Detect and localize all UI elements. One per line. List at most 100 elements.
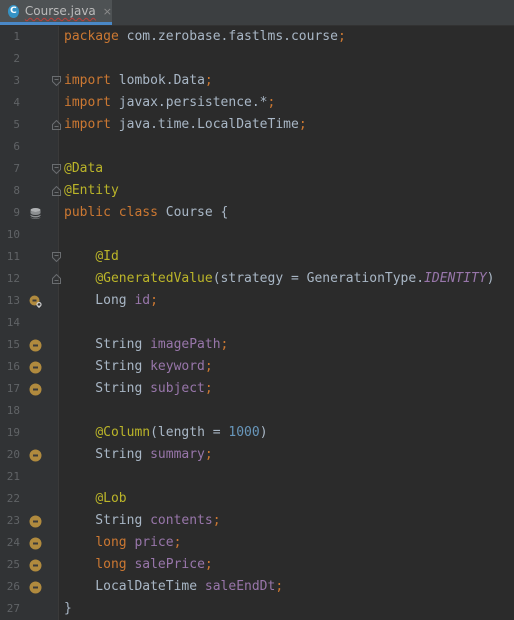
line-number[interactable]: 8 — [0, 180, 20, 202]
code-line[interactable]: 3 import lombok.Data; — [0, 70, 514, 92]
code-line[interactable]: 11 @Id — [0, 246, 514, 268]
code-line[interactable]: 8 @Entity — [0, 180, 514, 202]
code-line[interactable]: 10 — [0, 224, 514, 246]
column-icon[interactable] — [29, 515, 42, 528]
code-text[interactable]: String keyword; — [64, 356, 212, 378]
code-token: String — [64, 447, 151, 462]
code-line[interactable]: 25 long salePrice; — [0, 554, 514, 576]
column-icon[interactable] — [29, 449, 42, 462]
line-number[interactable]: 2 — [0, 48, 20, 70]
line-number[interactable]: 27 — [0, 598, 20, 620]
close-icon[interactable]: × — [103, 5, 112, 18]
column-icon[interactable] — [29, 581, 42, 594]
code-line[interactable]: 4 import javax.persistence.*; — [0, 92, 514, 114]
line-number[interactable]: 26 — [0, 576, 20, 598]
fold-start-icon[interactable] — [52, 164, 61, 174]
code-text[interactable]: Long id; — [64, 290, 158, 312]
line-number[interactable]: 1 — [0, 26, 20, 48]
code-editor[interactable]: 1 package com.zerobase.fastlms.course; 2 3 i… — [0, 26, 514, 620]
code-line[interactable]: 18 — [0, 400, 514, 422]
line-number[interactable]: 25 — [0, 554, 20, 576]
line-number[interactable]: 5 — [0, 114, 20, 136]
code-line[interactable]: 6 — [0, 136, 514, 158]
code-token: subject — [150, 381, 205, 396]
code-line[interactable]: 12 @GeneratedValue(strategy = Generation… — [0, 268, 514, 290]
line-number[interactable]: 22 — [0, 488, 20, 510]
line-number[interactable]: 13 — [0, 290, 20, 312]
line-number[interactable]: 7 — [0, 158, 20, 180]
code-line[interactable]: 14 — [0, 312, 514, 334]
fold-start-icon[interactable] — [52, 252, 61, 262]
line-number[interactable]: 16 — [0, 356, 20, 378]
code-line[interactable]: 17 String subject; — [0, 378, 514, 400]
code-line[interactable]: 19 @Column(length = 1000) — [0, 422, 514, 444]
line-number[interactable]: 11 — [0, 246, 20, 268]
line-number[interactable]: 3 — [0, 70, 20, 92]
code-text[interactable]: public class Course { — [64, 202, 228, 224]
code-text[interactable]: String contents; — [64, 510, 220, 532]
line-number[interactable]: 24 — [0, 532, 20, 554]
primary-key-column-icon[interactable] — [29, 295, 42, 308]
line-number[interactable]: 17 — [0, 378, 20, 400]
code-text[interactable]: @Entity — [64, 180, 119, 202]
code-token: @Data — [64, 161, 104, 176]
code-line[interactable]: 21 — [0, 466, 514, 488]
code-line[interactable]: 27} — [0, 598, 514, 620]
tab-course-java[interactable]: C Course.java × — [0, 0, 112, 25]
line-number[interactable]: 14 — [0, 312, 20, 334]
code-text[interactable]: @Id — [64, 246, 118, 268]
column-icon[interactable] — [29, 361, 42, 374]
code-text[interactable]: @GeneratedValue(strategy = GenerationTyp… — [64, 268, 494, 290]
line-number[interactable]: 20 — [0, 444, 20, 466]
code-line[interactable]: 26 LocalDateTime saleEndDt; — [0, 576, 514, 598]
line-number[interactable]: 6 — [0, 136, 20, 158]
line-number[interactable]: 18 — [0, 400, 20, 422]
code-text[interactable]: long price; — [64, 532, 181, 554]
line-number[interactable]: 10 — [0, 224, 20, 246]
code-line[interactable]: 22 @Lob — [0, 488, 514, 510]
code-text[interactable]: String imagePath; — [64, 334, 228, 356]
line-number[interactable]: 21 — [0, 466, 20, 488]
code-line[interactable]: 5 import java.time.LocalDateTime; — [0, 114, 514, 136]
fold-start-icon[interactable] — [52, 76, 61, 86]
line-number[interactable]: 12 — [0, 268, 20, 290]
code-text[interactable]: @Data — [64, 158, 103, 180]
code-line[interactable]: 23 String contents; — [0, 510, 514, 532]
code-text[interactable]: import lombok.Data; — [64, 70, 213, 92]
code-line[interactable]: 13 Long id; — [0, 290, 514, 312]
code-text[interactable]: import java.time.LocalDateTime; — [64, 114, 307, 136]
column-icon[interactable] — [29, 339, 42, 352]
code-line[interactable]: 9 public class Course { — [0, 202, 514, 224]
line-number[interactable]: 15 — [0, 334, 20, 356]
code-text[interactable]: package com.zerobase.fastlms.course; — [64, 26, 346, 48]
fold-end-icon[interactable] — [52, 186, 61, 196]
code-text[interactable]: } — [64, 598, 72, 620]
column-icon[interactable] — [29, 559, 42, 572]
code-text[interactable]: String subject; — [64, 378, 212, 400]
code-line[interactable]: 15 String imagePath; — [0, 334, 514, 356]
code-text[interactable]: String summary; — [64, 444, 212, 466]
line-number[interactable]: 4 — [0, 92, 20, 114]
entity-db-icon[interactable] — [29, 207, 42, 220]
line-number[interactable]: 23 — [0, 510, 20, 532]
line-number[interactable]: 19 — [0, 422, 20, 444]
code-text[interactable]: LocalDateTime saleEndDt; — [64, 576, 283, 598]
code-line[interactable]: 2 — [0, 48, 514, 70]
code-line[interactable]: 1 package com.zerobase.fastlms.course; — [0, 26, 514, 48]
tab-title[interactable]: Course.java — [25, 4, 96, 18]
line-number[interactable]: 9 — [0, 202, 20, 224]
fold-end-icon[interactable] — [52, 274, 61, 284]
code-line[interactable]: 7 @Data — [0, 158, 514, 180]
column-icon[interactable] — [29, 537, 42, 550]
code-text[interactable]: long salePrice; — [64, 554, 212, 576]
code-line[interactable]: 24 long price; — [0, 532, 514, 554]
column-icon[interactable] — [29, 383, 42, 396]
code-text[interactable]: @Lob — [64, 488, 126, 510]
code-line[interactable]: 16 String keyword; — [0, 356, 514, 378]
fold-end-icon[interactable] — [52, 120, 61, 130]
code-text[interactable]: import javax.persistence.*; — [64, 92, 275, 114]
code-line[interactable]: 20 String summary; — [0, 444, 514, 466]
code-text[interactable]: @Column(length = 1000) — [64, 422, 267, 444]
